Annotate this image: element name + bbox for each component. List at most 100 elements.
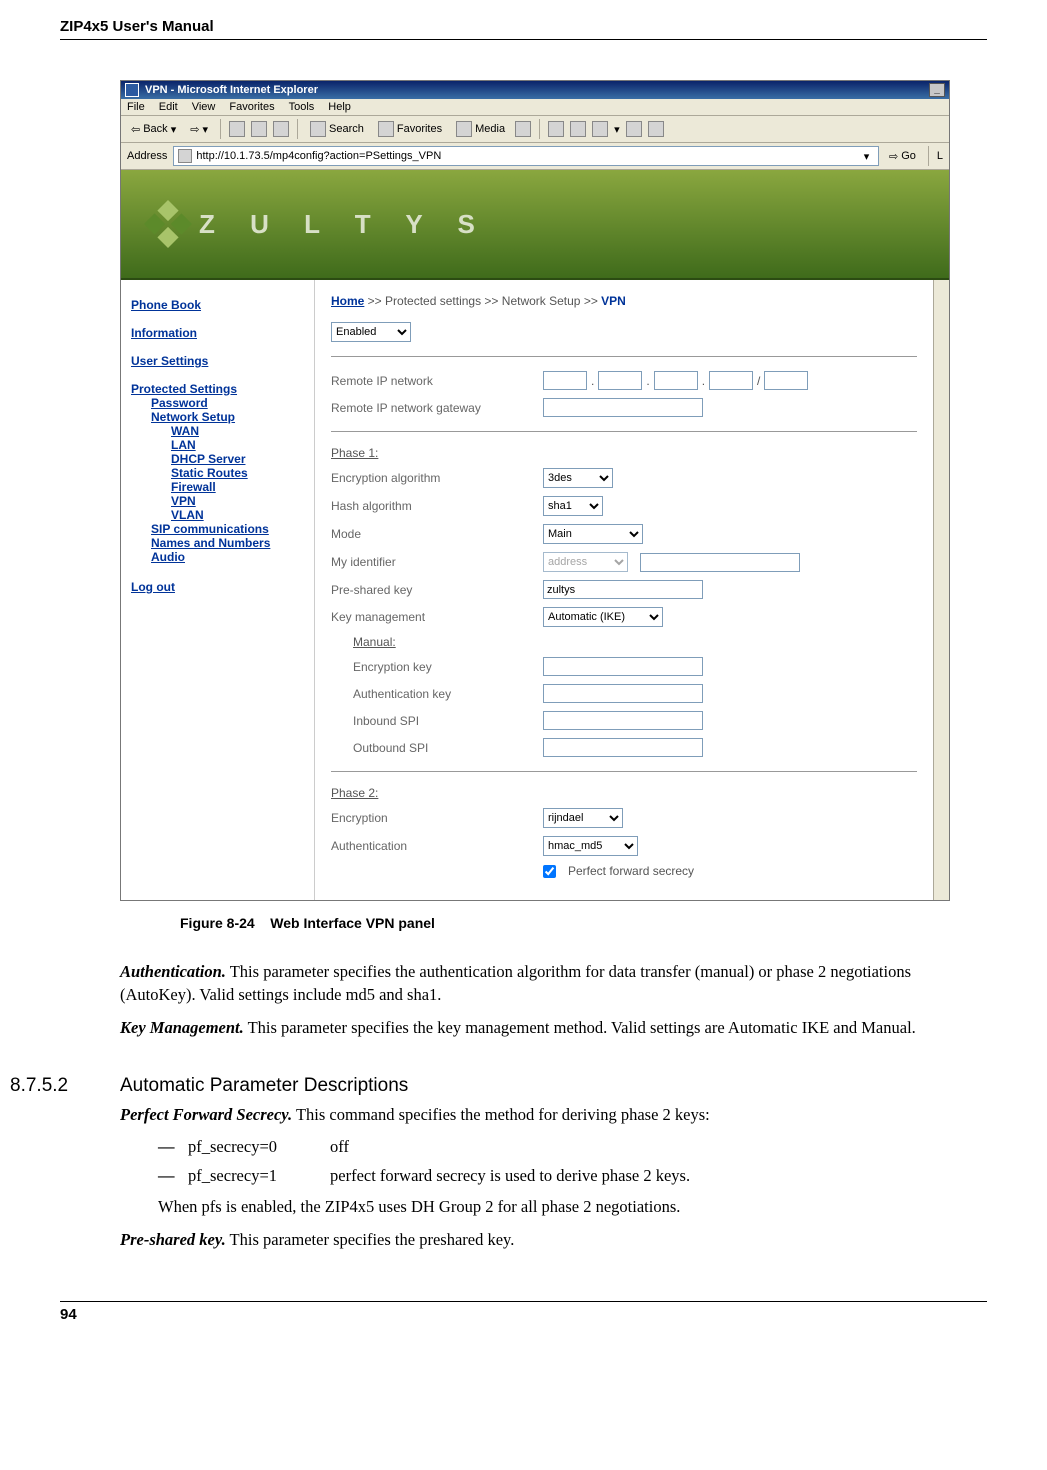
preshared-key-heading: Pre-shared key.: [120, 1230, 226, 1249]
enc-key-label: Encryption key: [331, 660, 531, 674]
list-item: — pf_secrecy=0 off: [158, 1136, 977, 1159]
section-title: Automatic Parameter Descriptions: [120, 1075, 408, 1096]
page-icon: [178, 149, 192, 163]
sidebar-vpn[interactable]: VPN: [171, 494, 304, 508]
cidr-slash: /: [757, 374, 760, 388]
menu-favorites[interactable]: Favorites: [229, 101, 274, 113]
key-mgmt-select[interactable]: Automatic (IKE): [543, 607, 663, 627]
media-icon: [456, 121, 472, 137]
sidebar-dhcp-server[interactable]: DHCP Server: [171, 452, 304, 466]
address-dropdown-icon[interactable]: ▾: [859, 150, 874, 163]
ie-toolbar: ⇦ Back ▾ ⇨ ▾ Search Favorites Media ▾: [121, 116, 949, 143]
discuss-icon[interactable]: [626, 121, 642, 137]
sidebar-log-out[interactable]: Log out: [131, 580, 304, 594]
page-number: 94: [60, 1306, 77, 1323]
enc-alg-select[interactable]: 3des: [543, 468, 613, 488]
key-management-heading: Key Management.: [120, 1018, 244, 1037]
stop-icon[interactable]: [229, 121, 245, 137]
remote-ip-oct2[interactable]: [598, 371, 642, 390]
remote-ip-mask[interactable]: [764, 371, 808, 390]
print-icon[interactable]: [570, 121, 586, 137]
enc2-select[interactable]: rijndael: [543, 808, 623, 828]
breadcrumb-vpn: VPN: [601, 294, 626, 308]
search-icon: [310, 121, 326, 137]
psk-label: Pre-shared key: [331, 583, 531, 597]
zultys-logo: Z U L T Y S: [151, 207, 489, 241]
ie-logo-icon: [125, 83, 139, 97]
minimize-button[interactable]: _: [929, 83, 945, 97]
sidebar-lan[interactable]: LAN: [171, 438, 304, 452]
refresh-icon[interactable]: [251, 121, 267, 137]
page-header: ZIP4x5 User's Manual: [60, 18, 987, 40]
remote-ip-oct4[interactable]: [709, 371, 753, 390]
auth2-select[interactable]: hmac_md5: [543, 836, 638, 856]
history-icon[interactable]: [515, 121, 531, 137]
pfs-checkbox[interactable]: [543, 865, 556, 878]
forward-button[interactable]: ⇨ ▾: [186, 122, 212, 137]
outbound-spi-input[interactable]: [543, 738, 703, 757]
mode-select[interactable]: Main: [543, 524, 643, 544]
home-icon[interactable]: [273, 121, 289, 137]
enabled-select[interactable]: Enabled: [331, 322, 411, 342]
menu-edit[interactable]: Edit: [159, 101, 178, 113]
word-icon[interactable]: [592, 121, 608, 137]
sidebar-network-setup[interactable]: Network Setup: [151, 410, 304, 424]
dash-icon: —: [158, 1136, 176, 1159]
enc-alg-label: Encryption algorithm: [331, 471, 531, 485]
back-button[interactable]: ⇦ Back ▾: [127, 122, 180, 137]
media-button[interactable]: Media: [452, 120, 509, 138]
inbound-spi-input[interactable]: [543, 711, 703, 730]
menu-tools[interactable]: Tools: [289, 101, 315, 113]
favorites-icon: [378, 121, 394, 137]
address-input[interactable]: http://10.1.73.5/mp4config?action=PSetti…: [173, 146, 879, 166]
favorites-button[interactable]: Favorites: [374, 120, 446, 138]
sidebar-wan[interactable]: WAN: [171, 424, 304, 438]
dash-icon: —: [158, 1165, 176, 1188]
remote-ip-oct1[interactable]: [543, 371, 587, 390]
sidebar-names-numbers[interactable]: Names and Numbers: [151, 536, 304, 550]
sidebar-static-routes[interactable]: Static Routes: [171, 466, 304, 480]
breadcrumb-network: Network Setup: [502, 294, 581, 308]
sidebar-firewall[interactable]: Firewall: [171, 480, 304, 494]
section-heading: 8.7.5.2Automatic Parameter Descriptions: [120, 1073, 977, 1099]
figure-text: Web Interface VPN panel: [270, 915, 435, 931]
sidebar-vlan[interactable]: VLAN: [171, 508, 304, 522]
auth-key-label: Authentication key: [331, 687, 531, 701]
sidebar-sip[interactable]: SIP communications: [151, 522, 304, 536]
vertical-scrollbar[interactable]: [933, 280, 949, 900]
sidebar-password[interactable]: Password: [151, 396, 304, 410]
search-button[interactable]: Search: [306, 120, 368, 138]
manual-heading: Manual:: [331, 635, 917, 649]
sidebar-protected-settings[interactable]: Protected Settings: [131, 382, 304, 396]
sidebar-phone-book[interactable]: Phone Book: [131, 298, 304, 312]
option-value: off: [330, 1136, 349, 1159]
phase1-heading: Phase 1:: [331, 446, 917, 460]
my-id-input[interactable]: [640, 553, 800, 572]
key-mgmt-label: Key management: [331, 610, 531, 624]
breadcrumb-home[interactable]: Home: [331, 294, 364, 308]
research-icon[interactable]: [648, 121, 664, 137]
ie-menubar: File Edit View Favorites Tools Help: [121, 99, 949, 116]
sidebar-audio[interactable]: Audio: [151, 550, 304, 564]
browser-viewport: Z U L T Y S Phone Book Information User …: [121, 170, 949, 900]
menu-help[interactable]: Help: [328, 101, 351, 113]
logo-text: Z U L T Y S: [199, 209, 489, 240]
go-button[interactable]: ⇨Go: [885, 149, 920, 164]
enc-key-input[interactable]: [543, 657, 703, 676]
sidebar-user-settings[interactable]: User Settings: [131, 354, 304, 368]
links-label[interactable]: L: [937, 150, 943, 162]
list-item: —pf_secrecy=1perfect forward secrecy is …: [158, 1165, 977, 1188]
option-key: pf_secrecy=0: [188, 1136, 318, 1159]
pfs-options-list: — pf_secrecy=0 off —pf_secrecy=1perfect fo…: [158, 1136, 977, 1218]
main-pane: Home >> Protected settings >> Network Se…: [315, 280, 933, 900]
outbound-spi-label: Outbound SPI: [331, 741, 531, 755]
psk-input[interactable]: [543, 580, 703, 599]
hash-alg-select[interactable]: sha1: [543, 496, 603, 516]
menu-file[interactable]: File: [127, 101, 145, 113]
auth-key-input[interactable]: [543, 684, 703, 703]
remote-ip-oct3[interactable]: [654, 371, 698, 390]
menu-view[interactable]: View: [192, 101, 216, 113]
remote-gw-input[interactable]: [543, 398, 703, 417]
sidebar-information[interactable]: Information: [131, 326, 304, 340]
mail-icon[interactable]: [548, 121, 564, 137]
